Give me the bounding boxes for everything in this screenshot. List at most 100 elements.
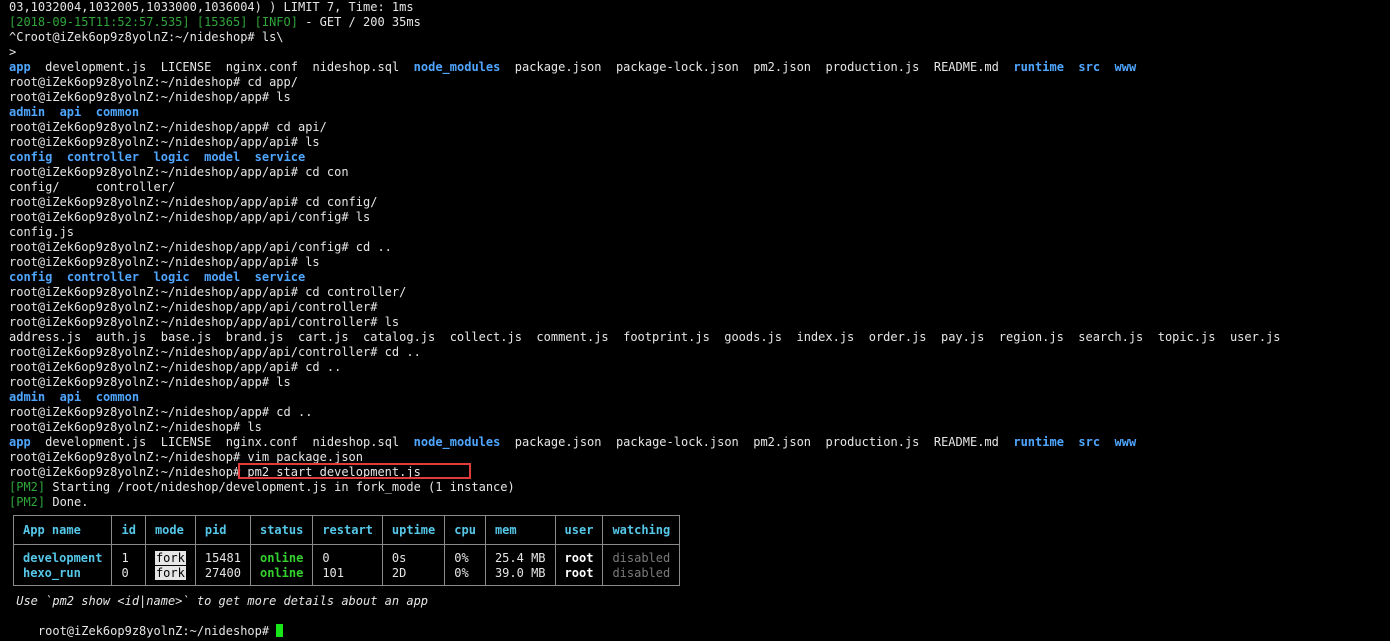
terminal-line: [PM2] Starting /root/nideshop/developmen… <box>9 480 1390 495</box>
pm2-hint: Use `pm2 show <id|name>` to get more det… <box>9 594 429 608</box>
pm2-tag: [PM2] <box>9 480 46 494</box>
name-value: hexo_run <box>23 566 81 580</box>
column-header: user <box>554 515 604 545</box>
column-header: restart <box>312 515 383 545</box>
column-header: status <box>249 515 314 545</box>
terminal-line: root@iZek6op9z8yolnZ:~/nideshop/app/api#… <box>9 165 1390 180</box>
column-header: uptime <box>381 515 446 545</box>
watching-value: disabled <box>612 566 671 580</box>
line-text: root@iZek6op9z8yolnZ:~/nideshop/app# cd … <box>9 120 327 134</box>
terminal-line: root@iZek6op9z8yolnZ:~/nideshop# vim pac… <box>9 450 1390 465</box>
terminal-line: > <box>9 45 1390 60</box>
terminal-line: 03,1032004,1032005,1033000,1036004) ) LI… <box>9 0 1390 15</box>
line-text: root@iZek6op9z8yolnZ:~/nideshop# cd app/ <box>9 75 298 89</box>
highlight-box <box>238 463 471 479</box>
line-text: root@iZek6op9z8yolnZ:~/nideshop/app/api#… <box>9 135 320 149</box>
terminal-line: root@iZek6op9z8yolnZ:~/nideshop/app/api/… <box>9 300 1390 315</box>
ls-directory: model <box>204 270 241 284</box>
terminal-line: root@iZek6op9z8yolnZ:~/nideshop/app/api#… <box>9 255 1390 270</box>
line-text: address.js auth.js base.js brand.js cart… <box>9 330 1281 344</box>
ls-file: LICENSE <box>160 60 212 74</box>
terminal-line: root@iZek6op9z8yolnZ:~/nideshop/app/api/… <box>9 345 1390 360</box>
ls-directory: service <box>254 150 306 164</box>
ls-directory: api <box>59 390 82 404</box>
watching-value: disabled <box>612 551 671 565</box>
line-text: root@iZek6op9z8yolnZ:~/nideshop/app/api/… <box>9 240 392 254</box>
ls-file: README.md <box>933 435 999 449</box>
column-header: watching <box>602 515 681 545</box>
mem-value: 39.0 MB <box>494 566 546 580</box>
ls-file: README.md <box>933 60 999 74</box>
terminal-line: admin api common <box>9 105 1390 120</box>
ls-directory: model <box>204 150 241 164</box>
terminal-line: app development.js LICENSE nginx.conf ni… <box>9 60 1390 75</box>
ls-file: development.js <box>45 60 147 74</box>
column-header: id <box>111 515 146 545</box>
cpu-value: 0% <box>454 551 469 565</box>
ls-directory: controller <box>66 150 140 164</box>
terminal-line: config.js <box>9 225 1390 240</box>
terminal-line: root@iZek6op9z8yolnZ:~/nideshop/app/api/… <box>9 240 1390 255</box>
ls-directory: api <box>59 105 82 119</box>
line-text: root@iZek6op9z8yolnZ:~/nideshop/app/api#… <box>9 360 342 374</box>
table-header-row: App name id mode pid status restart uptime cpu m… <box>12 515 681 545</box>
ls-file: nginx.conf <box>225 60 299 74</box>
ls-directory: logic <box>153 270 190 284</box>
ls-directory: admin <box>9 390 46 404</box>
column-header: pid <box>194 515 251 545</box>
ls-file: package-lock.json <box>615 60 739 74</box>
ls-directory: src <box>1078 435 1101 449</box>
ls-directory: service <box>254 270 306 284</box>
ls-directory: runtime <box>1013 60 1064 74</box>
ls-directory: common <box>95 390 140 404</box>
ls-file: pm2.json <box>753 435 812 449</box>
terminal-line: root@iZek6op9z8yolnZ:~/nideshop/app# ls <box>9 90 1390 105</box>
table-row: development hexo_run 10 fork fork 15481 274… <box>12 544 681 586</box>
cpu-value: 0% <box>454 566 469 580</box>
user-value: root <box>564 566 594 580</box>
terminal-line: config controller logic model service <box>9 270 1390 285</box>
terminal-line: app development.js LICENSE nginx.conf ni… <box>9 435 1390 450</box>
uptime-value: 0s <box>391 551 407 565</box>
terminal-line: root@iZek6op9z8yolnZ:~/nideshop# cd app/ <box>9 75 1390 90</box>
mem-cell: 25.4 MB 39.0 MB <box>495 551 546 580</box>
ls-file: production.js <box>825 60 920 74</box>
ls-directory: app <box>9 60 31 74</box>
user-cell: root root <box>565 551 594 580</box>
terminal-window[interactable]: 03,1032004,1032005,1033000,1036004) ) LI… <box>0 0 1390 641</box>
final-prompt-line[interactable]: root@iZek6op9z8yolnZ:~/nideshop# <box>9 609 1390 638</box>
ls-file: LICENSE <box>160 435 212 449</box>
terminal-line: root@iZek6op9z8yolnZ:~/nideshop/app/api#… <box>9 135 1390 150</box>
line-text: root@iZek6op9z8yolnZ:~/nideshop/app# ls <box>9 375 291 389</box>
line-text: config/ controller/ <box>9 180 176 194</box>
name-value: development <box>23 551 103 565</box>
terminal-line: root@iZek6op9z8yolnZ:~/nideshop/app/api/… <box>9 315 1390 330</box>
terminal-line: [2018-09-15T11:52:57.535] [15365] [INFO]… <box>9 15 1390 30</box>
ls-directory: common <box>95 105 140 119</box>
ls-file: nginx.conf <box>225 435 299 449</box>
status-value: online <box>259 566 304 580</box>
watching-cell: disabled disabled <box>612 551 670 580</box>
line-text: root@iZek6op9z8yolnZ:~/nideshop/app/api/… <box>9 210 371 224</box>
column-header: mem <box>484 515 556 545</box>
uptime-cell: 0s 2D <box>392 551 406 580</box>
terminal-line: root@iZek6op9z8yolnZ:~/nideshop# pm2 sta… <box>9 465 1390 480</box>
line-text: root@iZek6op9z8yolnZ:~/nideshop/app# ls <box>9 90 291 104</box>
terminal-line: root@iZek6op9z8yolnZ:~/nideshop/app# cd … <box>9 120 1390 135</box>
line-text: root@iZek6op9z8yolnZ:~/nideshop/app/api/… <box>9 315 400 329</box>
pid-cell: 15481 27400 <box>205 551 241 580</box>
mem-value: 25.4 MB <box>494 551 546 565</box>
ls-file: nideshop.sql <box>312 60 400 74</box>
ls-directory: config <box>9 270 53 284</box>
uptime-value: 2D <box>391 566 407 580</box>
cpu-cell: 0% 0% <box>454 551 468 580</box>
mode-cell: fork fork <box>154 551 186 580</box>
line-text: root@iZek6op9z8yolnZ:~/nideshop/app/api/… <box>9 345 421 359</box>
ls-file: package-lock.json <box>615 435 739 449</box>
line-text: Starting /root/nideshop/development.js i… <box>45 480 515 494</box>
status-value: online <box>259 551 304 565</box>
terminal-line: config/ controller/ <box>9 180 1390 195</box>
ls-directory: app <box>9 435 31 449</box>
terminal-line: root@iZek6op9z8yolnZ:~/nideshop# ls <box>9 420 1390 435</box>
ls-directory: www <box>1114 435 1137 449</box>
